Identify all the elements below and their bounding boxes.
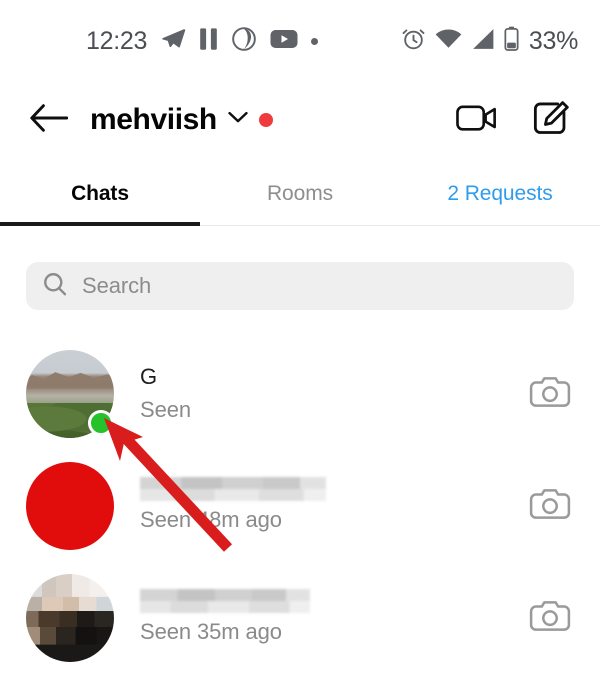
online-status-dot (88, 410, 114, 436)
signal-icon (471, 28, 495, 55)
avatar[interactable] (26, 462, 114, 550)
compose-icon (532, 100, 570, 141)
tab-chats[interactable]: Chats (0, 166, 200, 222)
chat-status: Seen 35m ago (140, 619, 282, 644)
account-switcher[interactable]: mehviish (90, 103, 273, 137)
chat-row[interactable]: Seen 35m ago (0, 562, 600, 674)
back-button[interactable] (26, 97, 72, 143)
search-icon (42, 271, 68, 302)
header-actions (454, 97, 574, 143)
chat-name (140, 589, 310, 613)
alarm-icon (401, 26, 426, 56)
chat-status: Seen (140, 397, 191, 422)
account-username: mehviish (90, 103, 217, 136)
avatar-wrapper[interactable] (26, 574, 114, 662)
camera-icon (529, 598, 571, 639)
dot-icon (311, 37, 319, 45)
chat-list: G Seen Seen 48m ago Seen 35m ago (0, 338, 600, 681)
instagram-direct-messages-screen: 12:23 33% mehviish Chats Rooms 2 Request… (0, 0, 600, 681)
chat-name (140, 477, 326, 501)
status-bar-right: 33% (401, 26, 578, 56)
pause-icon (199, 27, 218, 56)
opera-icon (231, 26, 257, 57)
camera-icon (529, 486, 571, 527)
chat-row-text: G Seen (140, 363, 526, 425)
camera-button[interactable] (526, 594, 574, 642)
chat-name: G (140, 364, 158, 389)
android-status-bar: 12:23 33% (0, 0, 600, 82)
camera-button[interactable] (526, 370, 574, 418)
chevron-down-icon (228, 111, 248, 129)
camera-icon (529, 374, 571, 415)
chat-row-text: Seen 35m ago (140, 589, 526, 647)
telegram-icon (160, 26, 186, 57)
unread-badge-dot (258, 113, 273, 127)
chat-row[interactable] (0, 674, 600, 681)
chat-row[interactable]: G Seen (0, 338, 600, 450)
wifi-icon (435, 28, 462, 55)
video-call-button[interactable] (454, 97, 500, 143)
battery-icon (504, 26, 519, 56)
new-message-button[interactable] (528, 97, 574, 143)
chat-status: Seen 48m ago (140, 507, 282, 532)
search-input[interactable]: Search (82, 273, 151, 299)
camera-button[interactable] (526, 482, 574, 530)
search-bar[interactable]: Search (26, 262, 574, 310)
youtube-icon (270, 28, 298, 55)
back-arrow-icon (30, 103, 69, 138)
tab-rooms[interactable]: Rooms (200, 166, 400, 222)
chat-tabs: Chats Rooms 2 Requests (0, 166, 600, 222)
active-tab-indicator (0, 222, 200, 226)
video-camera-icon (456, 102, 498, 139)
chat-row-text: Seen 48m ago (140, 477, 526, 535)
app-header: mehviish (0, 82, 600, 158)
battery-percent-label: 33% (528, 26, 578, 55)
status-bar-clock: 12:23 (86, 26, 148, 55)
chat-row[interactable]: Seen 48m ago (0, 450, 600, 562)
tab-requests[interactable]: 2 Requests (400, 166, 600, 222)
avatar-wrapper[interactable] (26, 350, 114, 438)
avatar-wrapper[interactable] (26, 462, 114, 550)
avatar[interactable] (26, 574, 114, 662)
status-bar-left: 12:23 (86, 26, 319, 57)
